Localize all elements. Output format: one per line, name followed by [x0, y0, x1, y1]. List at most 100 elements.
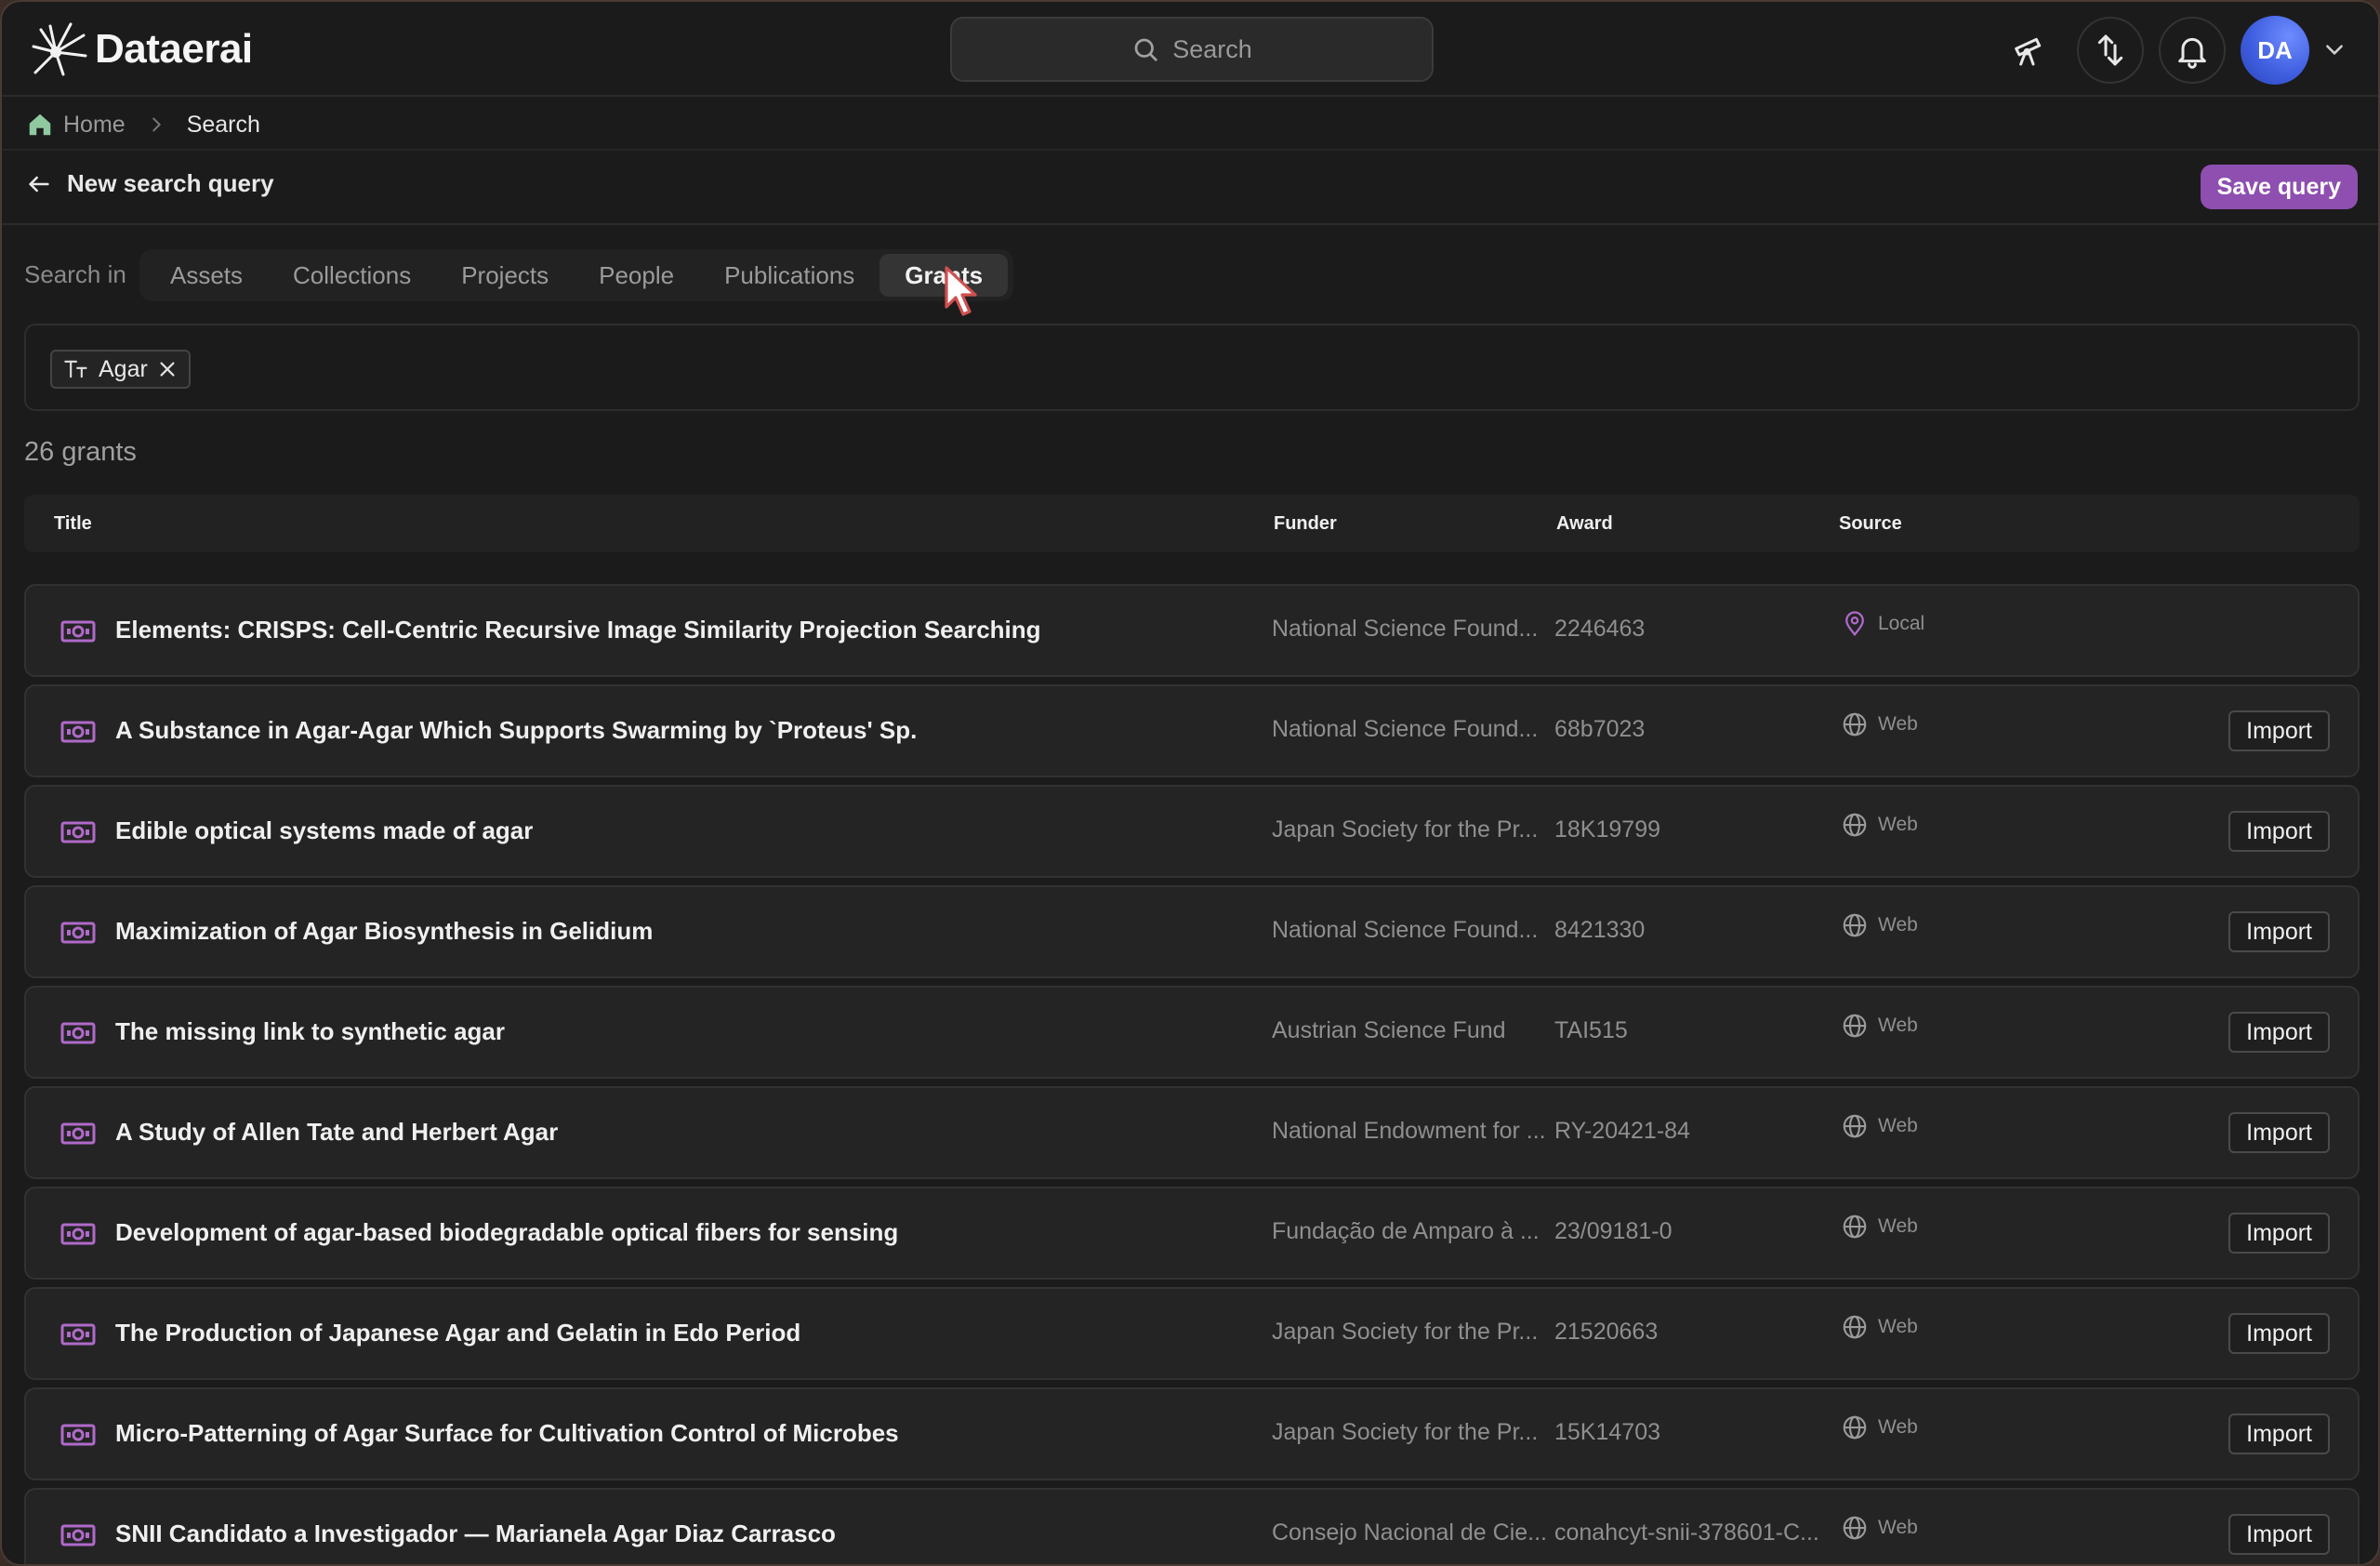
app-window: Dataerai Search DA Home Search New searc… — [0, 0, 2380, 1566]
grant-source-label: Web — [1878, 1215, 1918, 1237]
grant-title[interactable]: The Production of Japanese Agar and Gela… — [115, 1319, 800, 1347]
grant-source-label: Web — [1878, 1115, 1918, 1136]
table-row[interactable]: Maximization of Agar Biosynthesis in Gel… — [24, 885, 2360, 978]
grant-source: Web — [1841, 1213, 1918, 1241]
filter-chip-label: Agar — [99, 355, 148, 382]
grant-source: Web — [1841, 1313, 1918, 1341]
column-header-funder[interactable]: Funder — [1274, 513, 1337, 535]
grant-title[interactable]: Edible optical systems made of agar — [115, 816, 533, 845]
grant-title[interactable]: Maximization of Agar Biosynthesis in Gel… — [115, 917, 653, 946]
globe-icon — [1841, 1413, 1869, 1441]
chevron-down-icon[interactable] — [2322, 37, 2347, 61]
import-button[interactable]: Import — [2228, 1413, 2330, 1454]
grant-title[interactable]: Elements: CRISPS: Cell-Centric Recursive… — [115, 616, 1041, 644]
grant-icon — [60, 718, 97, 746]
grant-award: 2246463 — [1554, 616, 1646, 642]
grant-source: Web — [1841, 710, 1918, 738]
globe-icon — [1841, 911, 1869, 939]
tab-people[interactable]: People — [574, 254, 699, 297]
table-row[interactable]: A Study of Allen Tate and Herbert Agar Na… — [24, 1086, 2360, 1179]
breadcrumb-home[interactable]: Home — [63, 112, 126, 139]
grant-funder: Japan Society for the Pr... — [1272, 816, 1539, 843]
home-icon — [29, 113, 51, 136]
grant-title[interactable]: Development of agar-based biodegradable … — [115, 1218, 898, 1247]
grant-source: Web — [1841, 1012, 1918, 1040]
grant-award: conahcyt-snii-378601-C... — [1554, 1520, 1819, 1546]
grant-icon — [60, 1120, 97, 1148]
table-row[interactable]: Development of agar-based biodegradable … — [24, 1187, 2360, 1280]
grant-title[interactable]: A Study of Allen Tate and Herbert Agar — [115, 1118, 558, 1147]
import-button[interactable]: Import — [2228, 1313, 2330, 1354]
tab-projects[interactable]: Projects — [436, 254, 574, 297]
close-icon[interactable] — [157, 359, 178, 379]
notifications-button[interactable] — [2159, 17, 2226, 84]
grant-icon — [60, 1320, 97, 1348]
column-header-title[interactable]: Title — [54, 513, 92, 535]
grant-icon — [60, 919, 97, 947]
grant-funder: National Science Found... — [1272, 716, 1539, 742]
grant-source-label: Web — [1878, 713, 1918, 735]
brand-logo[interactable]: Dataerai — [28, 19, 253, 80]
grant-award: 68b7023 — [1554, 716, 1646, 742]
grant-funder: National Endowment for ... — [1272, 1118, 1546, 1144]
grant-source: Local — [1841, 610, 1924, 638]
user-avatar[interactable]: DA — [2241, 16, 2309, 85]
grant-award: 8421330 — [1554, 917, 1646, 943]
grant-funder: National Science Found... — [1272, 917, 1539, 943]
grant-award: 15K14703 — [1554, 1419, 1661, 1445]
import-button[interactable]: Import — [2228, 710, 2330, 751]
import-button[interactable]: Import — [2228, 911, 2330, 952]
new-search-query-back-link[interactable]: New search query — [26, 169, 274, 198]
grant-title[interactable]: The missing link to synthetic agar — [115, 1017, 505, 1046]
tab-collections[interactable]: Collections — [268, 254, 436, 297]
top-bar: Dataerai Search DA — [2, 2, 2378, 97]
results-count: 26 grants — [24, 437, 137, 467]
import-button[interactable]: Import — [2228, 811, 2330, 852]
arrow-left-icon — [29, 176, 49, 192]
grant-source: Web — [1841, 911, 1918, 939]
column-header-source[interactable]: Source — [1839, 513, 1902, 535]
grant-award: 23/09181-0 — [1554, 1218, 1673, 1244]
tab-assets[interactable]: Assets — [145, 254, 268, 297]
grant-source: Web — [1841, 1413, 1918, 1441]
grant-source-label: Web — [1878, 814, 1918, 835]
table-row[interactable]: A Substance in Agar-Agar Which Supports … — [24, 684, 2360, 777]
grant-source-label: Web — [1878, 914, 1918, 936]
table-row[interactable]: The Production of Japanese Agar and Gela… — [24, 1287, 2360, 1380]
grant-icon — [60, 818, 97, 846]
brand-name: Dataerai — [95, 26, 253, 72]
grant-source: Web — [1841, 1112, 1918, 1140]
tab-publications[interactable]: Publications — [699, 254, 879, 297]
search-icon — [1134, 38, 1157, 61]
dataerai-logo-icon — [32, 22, 87, 76]
grant-source-label: Web — [1878, 1416, 1918, 1438]
grant-funder: Japan Society for the Pr... — [1272, 1319, 1539, 1345]
sync-button[interactable] — [2077, 17, 2144, 84]
table-row[interactable]: The missing link to synthetic agar Austri… — [24, 986, 2360, 1079]
global-search-input[interactable]: Search — [950, 17, 1434, 82]
table-row[interactable]: Edible optical systems made of agar Japan… — [24, 785, 2360, 878]
import-button[interactable]: Import — [2228, 1514, 2330, 1555]
globe-icon — [1841, 1514, 1869, 1542]
search-in-label: Search in — [24, 260, 126, 288]
import-button[interactable]: Import — [2228, 1012, 2330, 1053]
table-row[interactable]: SNII Candidato a Investigador — Marianel… — [24, 1488, 2360, 1564]
grant-title[interactable]: SNII Candidato a Investigador — Marianel… — [115, 1520, 836, 1548]
grant-funder: Fundação de Amparo à ... — [1272, 1218, 1540, 1244]
search-scope-tabs: Assets Collections Projects People Publi… — [139, 249, 1014, 301]
import-button[interactable]: Import — [2228, 1112, 2330, 1153]
filter-box[interactable]: Agar — [24, 324, 2360, 411]
filter-chip[interactable]: Agar — [50, 350, 191, 389]
table-row[interactable]: Micro-Patterning of Agar Surface for Cul… — [24, 1387, 2360, 1480]
grant-title[interactable]: A Substance in Agar-Agar Which Supports … — [115, 716, 917, 745]
sync-arrows-icon — [2097, 34, 2123, 66]
grant-award: 21520663 — [1554, 1319, 1659, 1345]
column-header-award[interactable]: Award — [1556, 513, 1613, 535]
save-query-button[interactable]: Save query — [2200, 165, 2358, 209]
telescope-button[interactable] — [1995, 17, 2062, 84]
table-row[interactable]: Elements: CRISPS: Cell-Centric Recursive… — [24, 584, 2360, 677]
grant-funder: Japan Society for the Pr... — [1272, 1419, 1539, 1445]
grant-title[interactable]: Micro-Patterning of Agar Surface for Cul… — [115, 1419, 899, 1448]
import-button[interactable]: Import — [2228, 1213, 2330, 1254]
grant-icon — [60, 1019, 97, 1047]
